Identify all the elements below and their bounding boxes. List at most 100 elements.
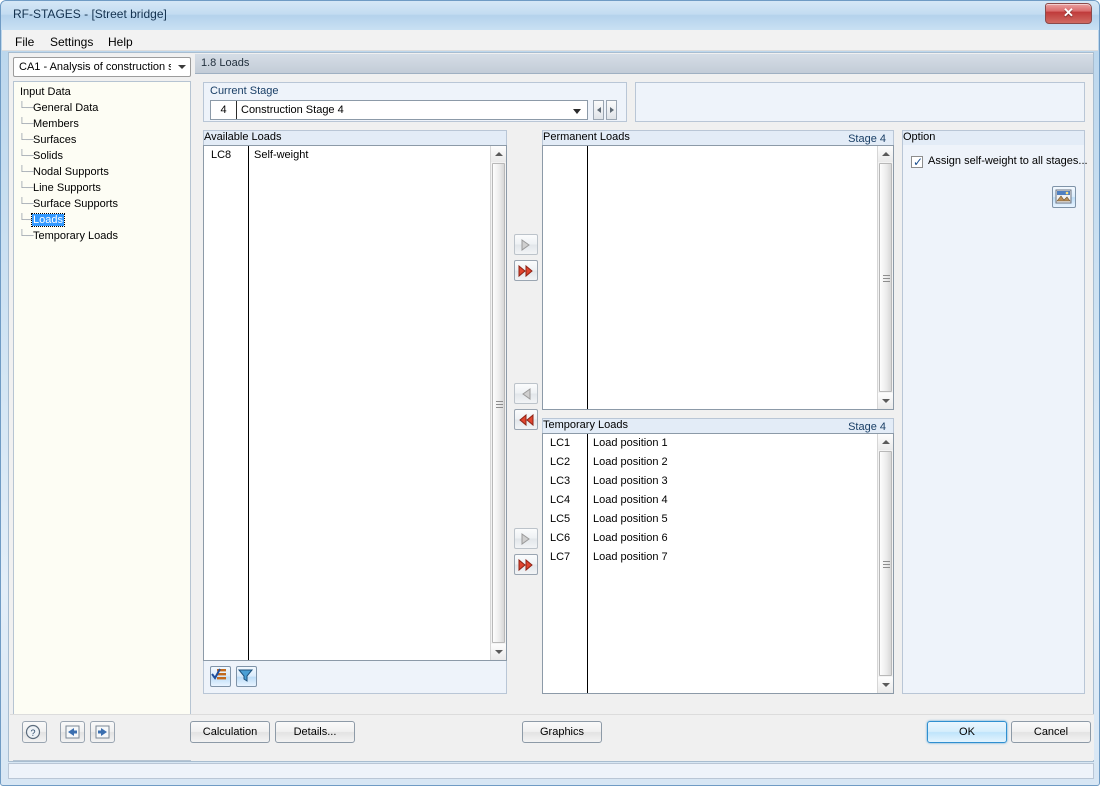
- select-all-button[interactable]: [210, 666, 231, 687]
- list-item[interactable]: LC8 Self-weight: [204, 146, 506, 165]
- triangle-down-icon: [882, 399, 890, 403]
- add-all-to-temporary-button[interactable]: [514, 554, 538, 575]
- scroll-up-button[interactable]: [491, 146, 506, 162]
- remove-from-permanent-button[interactable]: [514, 383, 538, 404]
- menu-settings[interactable]: Settings: [43, 33, 100, 51]
- window-title: RF-STAGES - [Street bridge]: [13, 7, 167, 21]
- graphics-button[interactable]: Graphics: [522, 721, 602, 743]
- scroll-thumb[interactable]: [879, 163, 892, 392]
- triangle-up-icon: [882, 152, 890, 156]
- arrow-double-right-icon: [518, 558, 533, 572]
- module-select-value: CA1 - Analysis of construction st: [19, 61, 171, 73]
- picture-settings-icon: [1055, 189, 1072, 204]
- load-case-name: Load position 3: [593, 475, 668, 487]
- scroll-thumb[interactable]: [492, 163, 505, 643]
- list-item[interactable]: LC5 Load position 5: [543, 510, 893, 529]
- arrow-left-icon: [597, 107, 601, 113]
- list-item[interactable]: LC3 Load position 3: [543, 472, 893, 491]
- details-button[interactable]: Details...: [275, 721, 355, 743]
- picture-settings-button[interactable]: [1052, 186, 1076, 208]
- add-all-to-permanent-button[interactable]: [514, 260, 538, 281]
- previous-page-button[interactable]: [60, 721, 85, 743]
- page-title: 1.8 Loads: [201, 57, 250, 69]
- sidebar-item-members[interactable]: └─ Members: [18, 118, 80, 130]
- scroll-down-button[interactable]: [878, 677, 893, 693]
- available-loads-title: Available Loads: [204, 131, 282, 143]
- load-case-id: LC6: [550, 532, 571, 544]
- module-select[interactable]: CA1 - Analysis of construction st: [13, 57, 191, 77]
- sidebar-item-temporary-loads[interactable]: └─ Temporary Loads: [18, 230, 119, 242]
- scroll-down-button[interactable]: [491, 644, 506, 660]
- filter-button[interactable]: [236, 666, 257, 687]
- column-divider: [248, 146, 249, 660]
- help-button[interactable]: ?: [22, 721, 47, 743]
- load-case-name: Load position 5: [593, 513, 668, 525]
- sidebar-item-label: General Data: [33, 102, 99, 114]
- next-page-button[interactable]: [90, 721, 115, 743]
- temporary-loads-list[interactable]: LC1 Load position 1 LC2 Load position 2 …: [542, 433, 894, 694]
- scroll-thumb[interactable]: [879, 451, 892, 676]
- arrow-left-icon: [522, 388, 531, 400]
- list-item[interactable]: LC1 Load position 1: [543, 434, 893, 453]
- client-area: CA1 - Analysis of construction st Input …: [8, 52, 1094, 762]
- load-case-id: LC3: [550, 475, 571, 487]
- available-loads-scrollbar[interactable]: [490, 146, 506, 660]
- svg-text:?: ?: [30, 728, 35, 738]
- application-window: RF-STAGES - [Street bridge] ✕ File Setti…: [0, 0, 1100, 786]
- option-title: Option: [903, 131, 936, 143]
- sidebar-item-label: Surface Supports: [33, 198, 118, 210]
- scroll-up-button[interactable]: [878, 434, 893, 450]
- list-item[interactable]: LC6 Load position 6: [543, 529, 893, 548]
- previous-page-icon: [65, 725, 80, 739]
- close-icon: ✕: [1063, 5, 1074, 20]
- check-icon: ✓: [913, 155, 924, 169]
- navigation-tree[interactable]: Input Data └─ General Data └─ Members └─…: [13, 81, 191, 761]
- chevron-down-icon: [573, 109, 581, 114]
- load-case-name: Load position 7: [593, 551, 668, 563]
- permanent-loads-header: Permanent Loads Stage 4: [542, 130, 894, 145]
- list-item[interactable]: LC4 Load position 4: [543, 491, 893, 510]
- stage-next-button[interactable]: [606, 100, 617, 120]
- available-loads-header: Available Loads: [203, 130, 507, 145]
- sidebar-item-nodal-supports[interactable]: └─ Nodal Supports: [18, 166, 110, 178]
- available-loads-list[interactable]: LC8 Self-weight: [203, 145, 507, 661]
- sidebar-item-loads[interactable]: └─ Loads: [18, 213, 65, 227]
- arrow-right-icon: [610, 107, 614, 113]
- permanent-loads-list[interactable]: [542, 145, 894, 410]
- cancel-button[interactable]: Cancel: [1011, 721, 1091, 743]
- load-case-name: Load position 4: [593, 494, 668, 506]
- sidebar-item-surface-supports[interactable]: └─ Surface Supports: [18, 198, 119, 210]
- current-stage-name: Construction Stage 4: [241, 104, 344, 116]
- calculation-button[interactable]: Calculation: [190, 721, 270, 743]
- triangle-down-icon: [882, 683, 890, 687]
- temporary-loads-scrollbar[interactable]: [877, 434, 893, 693]
- sidebar-item-surfaces[interactable]: └─ Surfaces: [18, 134, 77, 146]
- menu-bar: File Settings Help: [2, 30, 1098, 51]
- load-case-id: LC1: [550, 437, 571, 449]
- remove-all-from-permanent-button[interactable]: [514, 409, 538, 430]
- menu-help[interactable]: Help: [101, 33, 140, 51]
- list-item[interactable]: LC2 Load position 2: [543, 453, 893, 472]
- current-stage-select[interactable]: 4 Construction Stage 4: [210, 100, 588, 120]
- scroll-up-button[interactable]: [878, 146, 893, 162]
- load-case-id: LC8: [211, 149, 232, 161]
- assign-selfweight-label: Assign self-weight to all stages...: [928, 155, 1088, 167]
- close-button[interactable]: ✕: [1045, 3, 1092, 24]
- stage-prev-button[interactable]: [593, 100, 604, 120]
- available-loads-footer: [203, 661, 507, 694]
- sidebar-item-solids[interactable]: └─ Solids: [18, 150, 64, 162]
- current-stage-filler: [635, 82, 1085, 122]
- status-strip: [8, 763, 1094, 779]
- sidebar-item-general-data[interactable]: └─ General Data: [18, 102, 99, 114]
- help-icon: ?: [25, 724, 41, 740]
- sidebar-item-line-supports[interactable]: └─ Line Supports: [18, 182, 102, 194]
- list-item[interactable]: LC7 Load position 7: [543, 548, 893, 567]
- temporary-loads-title: Temporary Loads: [543, 419, 628, 431]
- ok-button[interactable]: OK: [927, 721, 1007, 743]
- menu-file[interactable]: File: [8, 33, 41, 51]
- scroll-down-button[interactable]: [878, 393, 893, 409]
- add-to-permanent-button[interactable]: [514, 234, 538, 255]
- add-to-temporary-button[interactable]: [514, 528, 538, 549]
- permanent-loads-scrollbar[interactable]: [877, 146, 893, 409]
- option-header: Option: [902, 130, 1085, 145]
